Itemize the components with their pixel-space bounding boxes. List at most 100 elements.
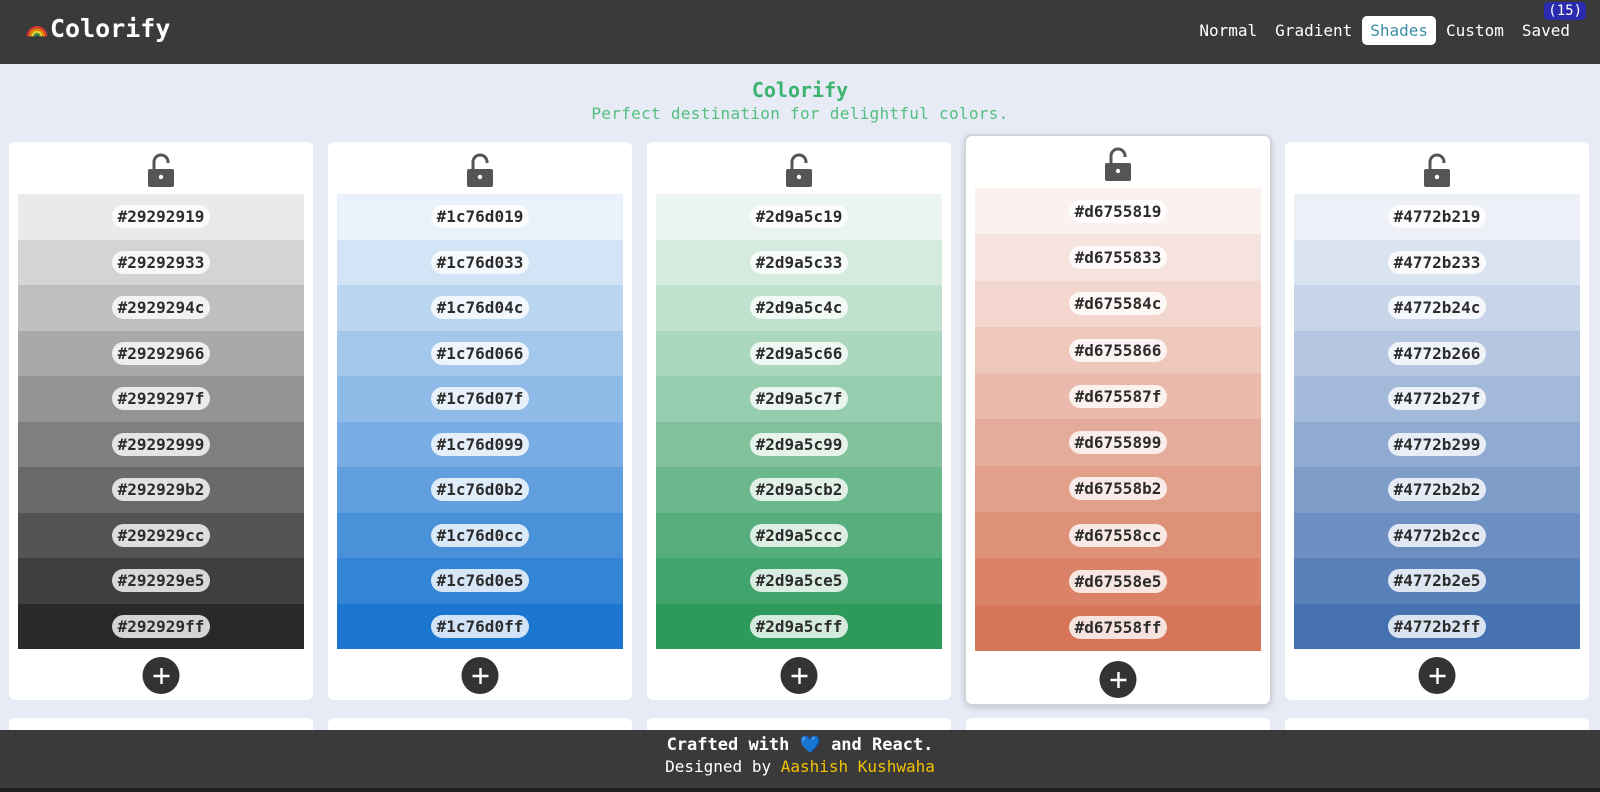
unlock-icon[interactable] (783, 152, 815, 188)
shade-swatch[interactable]: #d67558cc (975, 512, 1261, 559)
nav-custom[interactable]: Custom (1438, 16, 1512, 45)
shade-swatch[interactable]: #1c76d0b2 (337, 467, 623, 513)
shade-hex-label[interactable]: #292929b2 (111, 478, 211, 502)
shade-swatch[interactable]: #29292966 (18, 330, 304, 376)
shade-swatch[interactable]: #d67558ff (975, 604, 1261, 651)
shade-swatch[interactable]: #292929ff (18, 603, 304, 649)
shade-hex-label[interactable]: #d67558b2 (1068, 477, 1168, 501)
shade-hex-label[interactable]: #d67558cc (1068, 523, 1168, 547)
shade-hex-label[interactable]: #2d9a5c7f (749, 387, 849, 411)
shade-swatch[interactable]: #2d9a5c99 (656, 421, 942, 467)
shade-swatch[interactable]: #2d9a5c4c (656, 285, 942, 331)
shade-swatch[interactable]: #1c76d019 (337, 194, 623, 240)
shade-swatch[interactable]: #2d9a5c7f (656, 376, 942, 422)
shade-hex-label[interactable]: #2d9a5c66 (749, 341, 849, 365)
shade-swatch[interactable]: #2d9a5c66 (656, 330, 942, 376)
shade-swatch[interactable]: #4772b27f (1294, 376, 1580, 422)
unlock-icon[interactable] (464, 152, 496, 188)
shade-hex-label[interactable]: #2d9a5ccc (749, 523, 849, 547)
shade-hex-label[interactable]: #2d9a5c19 (749, 205, 849, 229)
shade-swatch[interactable]: #1c76d04c (337, 285, 623, 331)
shade-swatch[interactable]: #1c76d0cc (337, 512, 623, 558)
shade-hex-label[interactable]: #2d9a5c33 (749, 250, 849, 274)
shade-swatch[interactable]: #2d9a5ce5 (656, 558, 942, 604)
shade-hex-label[interactable]: #1c76d04c (430, 296, 530, 320)
shade-swatch[interactable]: #d6755899 (975, 419, 1261, 466)
shade-swatch[interactable]: #1c76d0e5 (337, 558, 623, 604)
shade-hex-label[interactable]: #292929cc (111, 523, 211, 547)
shade-hex-label[interactable]: #d6755899 (1068, 431, 1168, 455)
shade-swatch[interactable]: #4772b299 (1294, 421, 1580, 467)
shade-swatch[interactable]: #4772b2ff (1294, 603, 1580, 649)
shade-swatch[interactable]: #d675584c (975, 280, 1261, 327)
shade-swatch[interactable]: #1c76d07f (337, 376, 623, 422)
shade-hex-label[interactable]: #2d9a5c99 (749, 432, 849, 456)
add-palette-button[interactable] (142, 657, 180, 694)
nav-normal[interactable]: Normal (1191, 16, 1265, 45)
shade-swatch[interactable]: #29292999 (18, 421, 304, 467)
shade-swatch[interactable]: #1c76d0ff (337, 603, 623, 649)
shade-swatch[interactable]: #4772b266 (1294, 330, 1580, 376)
shade-hex-label[interactable]: #4772b219 (1387, 205, 1487, 229)
shade-hex-label[interactable]: #d67558ff (1068, 616, 1168, 640)
nav-saved[interactable]: Saved (15) (1514, 2, 1586, 45)
shade-hex-label[interactable]: #1c76d07f (430, 387, 530, 411)
shade-swatch[interactable]: #4772b233 (1294, 239, 1580, 285)
shade-hex-label[interactable]: #2d9a5ce5 (749, 569, 849, 593)
shade-swatch[interactable]: #d6755833 (975, 234, 1261, 281)
shade-swatch[interactable]: #2929297f (18, 376, 304, 422)
shade-hex-label[interactable]: #1c76d0b2 (430, 478, 530, 502)
shade-hex-label[interactable]: #d6755819 (1068, 199, 1168, 223)
add-palette-button[interactable] (1099, 661, 1137, 698)
shade-swatch[interactable]: #29292919 (18, 194, 304, 240)
shade-hex-label[interactable]: #29292999 (111, 432, 211, 456)
shade-swatch[interactable]: #d675587f (975, 373, 1261, 420)
shade-hex-label[interactable]: #2d9a5cb2 (749, 478, 849, 502)
shade-swatch[interactable]: #d6755866 (975, 326, 1261, 374)
shade-hex-label[interactable]: #d675584c (1068, 292, 1168, 316)
shade-swatch[interactable]: #2929294c (18, 285, 304, 331)
shade-hex-label[interactable]: #4772b24c (1387, 296, 1487, 320)
unlock-icon[interactable] (145, 152, 177, 188)
shade-swatch[interactable]: #2d9a5cff (656, 603, 942, 649)
shade-hex-label[interactable]: #4772b299 (1387, 432, 1487, 456)
shade-swatch[interactable]: #4772b2e5 (1294, 558, 1580, 604)
shade-hex-label[interactable]: #4772b27f (1387, 387, 1487, 411)
shade-hex-label[interactable]: #292929ff (111, 614, 211, 638)
shade-swatch[interactable]: #2d9a5c33 (656, 239, 942, 285)
shade-swatch[interactable]: #d6755819 (975, 188, 1261, 235)
shade-swatch[interactable]: #4772b219 (1294, 194, 1580, 240)
shade-hex-label[interactable]: #1c76d033 (430, 250, 530, 274)
shade-hex-label[interactable]: #d6755866 (1068, 338, 1168, 362)
shade-hex-label[interactable]: #4772b2e5 (1387, 569, 1487, 593)
brand-logo[interactable]: Colorify (26, 14, 170, 43)
shade-hex-label[interactable]: #2d9a5cff (749, 614, 849, 638)
shade-swatch[interactable]: #4772b2cc (1294, 512, 1580, 558)
shade-hex-label[interactable]: #4772b266 (1387, 341, 1487, 365)
shade-hex-label[interactable]: #1c76d0cc (430, 523, 530, 547)
shade-hex-label[interactable]: #2929294c (111, 296, 211, 320)
add-palette-button[interactable] (780, 657, 818, 694)
shade-swatch[interactable]: #1c76d033 (337, 239, 623, 285)
unlock-icon[interactable] (1421, 152, 1453, 188)
shade-hex-label[interactable]: #2929297f (111, 387, 211, 411)
shade-hex-label[interactable]: #2d9a5c4c (749, 296, 849, 320)
unlock-icon[interactable] (1102, 146, 1134, 182)
nav-gradient[interactable]: Gradient (1267, 16, 1360, 45)
shade-hex-label[interactable]: #1c76d0ff (430, 614, 530, 638)
shade-swatch[interactable]: #29292933 (18, 239, 304, 285)
add-palette-button[interactable] (1418, 657, 1456, 694)
shade-hex-label[interactable]: #d675587f (1068, 384, 1168, 408)
shade-hex-label[interactable]: #292929e5 (111, 569, 211, 593)
shade-hex-label[interactable]: #1c76d0e5 (430, 569, 530, 593)
shade-swatch[interactable]: #292929cc (18, 512, 304, 558)
nav-shades[interactable]: Shades (1362, 16, 1437, 45)
shade-swatch[interactable]: #292929e5 (18, 558, 304, 604)
shade-hex-label[interactable]: #29292919 (111, 205, 211, 229)
author-link[interactable]: Aashish Kushwaha (781, 757, 935, 776)
shade-swatch[interactable]: #2d9a5cb2 (656, 467, 942, 513)
shade-swatch[interactable]: #4772b2b2 (1294, 467, 1580, 513)
shade-hex-label[interactable]: #29292966 (111, 341, 211, 365)
shade-hex-label[interactable]: #1c76d099 (430, 432, 530, 456)
shade-swatch[interactable]: #2d9a5ccc (656, 512, 942, 558)
